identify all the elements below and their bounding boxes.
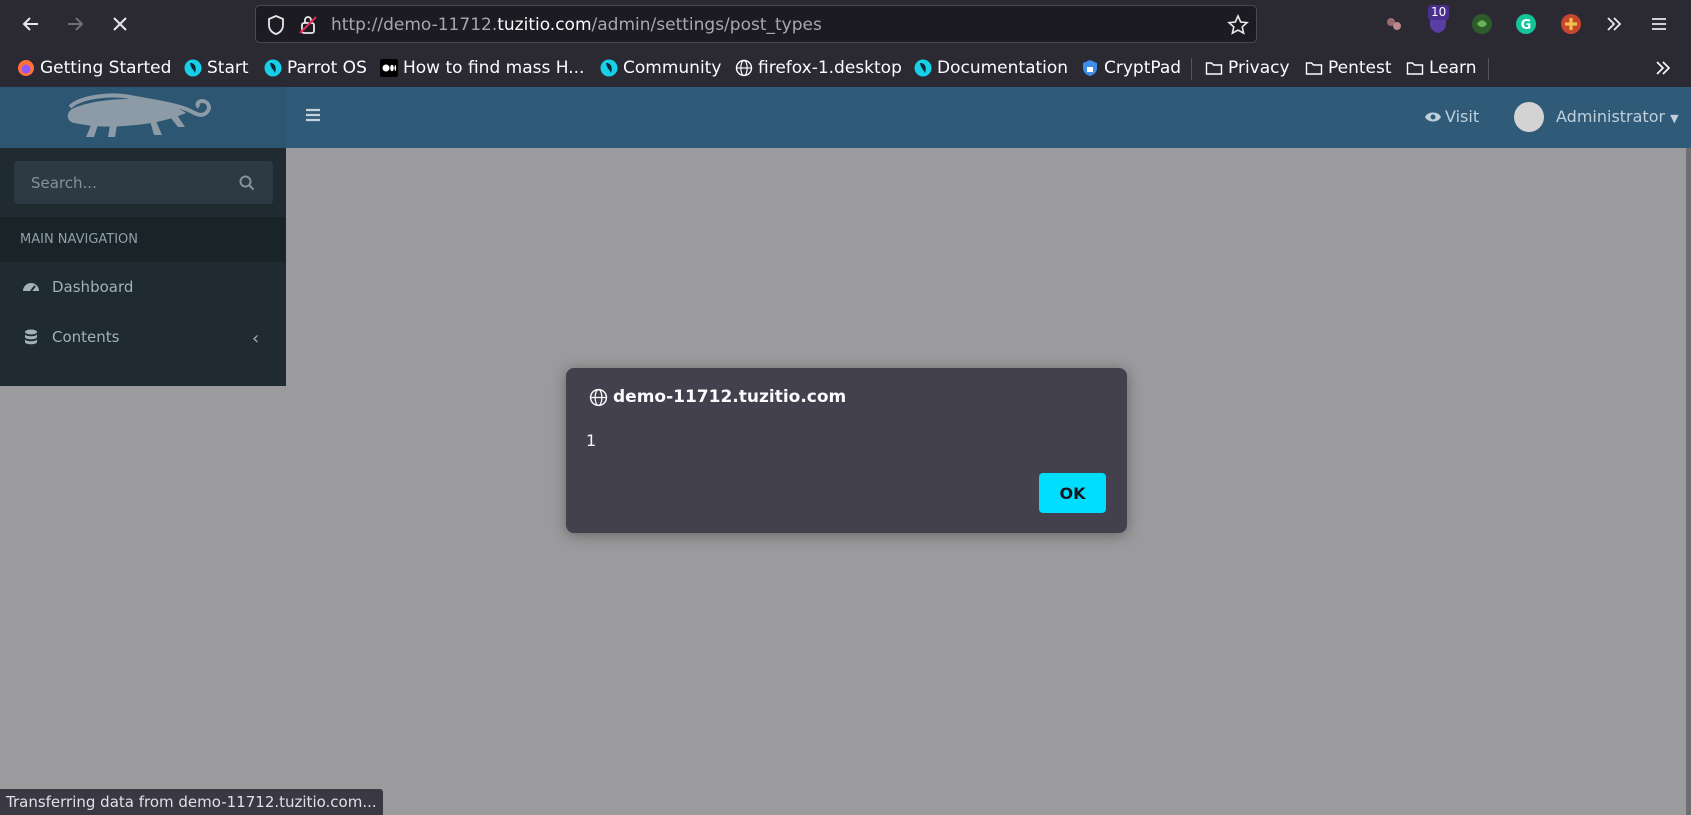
sidebar: MAIN NAVIGATION Dashboard Contents ‹ <box>0 148 286 386</box>
logo[interactable] <box>0 87 286 148</box>
hamburger-icon <box>1652 18 1666 30</box>
url-text[interactable]: http://demo-11712.tuzitio.com/admin/sett… <box>331 15 822 35</box>
chevrons-right-icon <box>1656 61 1671 75</box>
caret-down-icon: ▼ <box>1670 112 1679 125</box>
star-icon[interactable] <box>1227 14 1249 36</box>
close-icon <box>113 17 127 31</box>
insecure-lock-icon[interactable] <box>297 14 319 36</box>
parrot-icon <box>184 59 202 77</box>
eye-icon <box>1425 112 1441 121</box>
chevrons-right-icon <box>1607 17 1622 31</box>
forward-button[interactable] <box>59 8 91 40</box>
parrot-icon <box>600 59 618 77</box>
bookmark-community[interactable]: Community <box>600 57 721 79</box>
browser-toolbar: http://demo-11712.tuzitio.com/admin/sett… <box>0 0 1691 49</box>
app-menu-button[interactable] <box>1643 8 1675 40</box>
bookmark-separator <box>1191 58 1192 80</box>
shield-icon[interactable] <box>265 14 287 36</box>
firefox-icon <box>18 60 34 76</box>
visit-link[interactable]: Visit <box>1424 107 1479 126</box>
svg-text:G: G <box>1521 18 1532 33</box>
folder-icon <box>1406 62 1424 75</box>
user-menu-button[interactable]: Administrator ▼ <box>1556 107 1679 126</box>
stop-button[interactable] <box>104 8 136 40</box>
overflow-menu-button[interactable] <box>1598 8 1630 40</box>
bookmark-folder-privacy[interactable]: Privacy <box>1205 57 1290 79</box>
globe-icon <box>735 59 753 77</box>
nav-header: MAIN NAVIGATION <box>0 217 286 262</box>
bookmark-getting-started[interactable]: Getting Started <box>17 57 171 79</box>
dialog-title: demo-11712.tuzitio.com <box>589 387 846 407</box>
arrow-left-icon <box>22 17 38 31</box>
alert-dialog: demo-11712.tuzitio.com 1 OK <box>566 368 1127 533</box>
chameleon-logo-icon <box>67 93 211 137</box>
status-bar: Transferring data from demo-11712.tuziti… <box>0 789 383 815</box>
sidebar-search <box>14 161 273 204</box>
extension-badge: 10 <box>1428 5 1450 20</box>
bookmark-start[interactable]: Start <box>184 57 249 79</box>
grammarly-icon[interactable]: G <box>1514 12 1538 36</box>
bookmarks-overflow-button[interactable] <box>1654 57 1677 79</box>
hamburger-icon <box>306 108 320 122</box>
parrot-icon <box>914 59 932 77</box>
bookmark-how-to-find-mass[interactable]: How to find mass H... <box>380 57 584 79</box>
parrot-icon <box>264 59 282 77</box>
scrollbar-edge <box>1686 148 1691 815</box>
search-input[interactable] <box>14 161 234 204</box>
hackbar-icon[interactable] <box>1559 12 1583 36</box>
database-icon <box>25 329 37 345</box>
search-icon[interactable] <box>238 174 256 192</box>
folder-icon <box>1305 62 1323 75</box>
chevron-left-icon: ‹ <box>252 328 260 349</box>
bookmark-folder-pentest[interactable]: Pentest <box>1305 57 1392 79</box>
medium-icon <box>380 59 398 77</box>
wappalyzer-icon[interactable] <box>1470 12 1494 36</box>
back-button[interactable] <box>15 8 47 40</box>
bookmark-parrot-os[interactable]: Parrot OS <box>264 57 367 79</box>
bookmark-folder-learn[interactable]: Learn <box>1406 57 1477 79</box>
dialog-message: 1 <box>586 431 597 450</box>
bookmark-separator <box>1488 58 1489 80</box>
globe-icon <box>589 388 608 406</box>
bookmark-firefox-desktop[interactable]: firefox-1.desktop <box>735 57 902 79</box>
bookmarks-toolbar: Getting Started Start Parrot OS How to f… <box>0 49 1691 88</box>
extension-icon[interactable] <box>1382 12 1406 36</box>
cryptpad-icon <box>1083 60 1097 76</box>
sidebar-item-contents[interactable]: Contents ‹ <box>0 312 286 362</box>
sidebar-toggle-button[interactable] <box>304 105 322 130</box>
folder-icon <box>1205 62 1223 75</box>
sidebar-item-dashboard[interactable]: Dashboard <box>0 262 286 312</box>
bookmark-cryptpad[interactable]: CryptPad <box>1081 57 1181 79</box>
admin-header: Visit Administrator ▼ <box>0 87 1691 148</box>
bookmark-documentation[interactable]: Documentation <box>914 57 1068 79</box>
avatar[interactable] <box>1514 102 1544 132</box>
url-bar[interactable]: http://demo-11712.tuzitio.com/admin/sett… <box>255 5 1257 43</box>
arrow-right-icon <box>68 17 84 31</box>
dashboard-icon <box>23 283 39 292</box>
ok-button[interactable]: OK <box>1039 473 1106 513</box>
